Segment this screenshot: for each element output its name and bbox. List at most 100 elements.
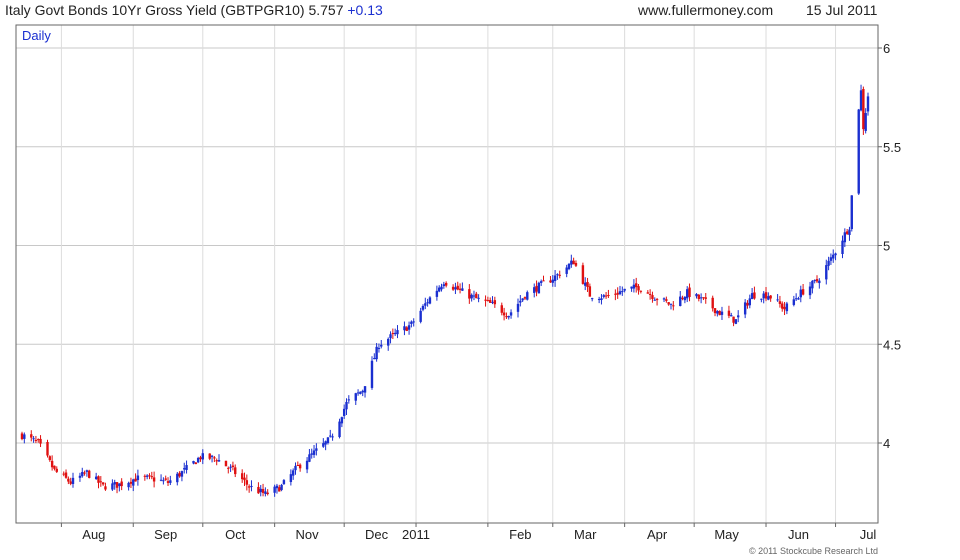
candle-body [507,316,510,318]
candle [829,253,833,265]
candle [509,309,513,319]
candle [194,462,198,465]
candle-body [704,297,707,299]
candle-body [55,468,58,472]
candle [342,404,346,419]
candle [210,454,214,463]
candle [553,269,557,287]
candle [296,461,300,467]
candle [83,470,86,476]
candle-body [815,279,819,282]
candle-body [526,292,529,300]
candle-body [600,298,603,301]
candle [166,477,170,487]
candle [215,458,218,466]
candle-body [391,333,395,335]
candle [653,297,656,301]
candle [113,479,116,490]
candle-body [201,453,204,460]
candle [266,489,269,496]
candle [20,431,24,441]
candle [347,395,351,404]
candle [718,310,721,316]
candle-body [111,483,114,490]
candle [567,262,571,271]
candle-body [363,386,367,393]
candle-body [665,299,668,301]
candle-body [264,491,267,494]
y-tick-label: 6 [883,41,890,56]
candle-body [639,290,643,292]
candle-body [832,254,835,259]
candle [162,477,165,485]
candle [815,275,819,284]
candle-body [493,300,497,305]
candle-body [67,478,70,482]
candle [315,443,318,456]
candle-body [841,240,844,254]
candle-body [509,312,513,316]
candle-body [331,436,334,438]
candle [519,295,522,307]
candle-body [618,291,622,295]
candle-body [380,344,383,347]
candle-body [818,280,821,284]
candle [794,293,798,302]
x-tick-label: May [714,527,739,542]
candle-body [697,294,700,299]
candle-body [196,457,200,463]
candle-body [342,408,346,416]
candle [762,291,765,304]
candle [486,296,490,302]
candle-body [23,434,26,439]
candle-body [308,454,311,462]
candle [801,283,805,296]
x-tick-label: Dec [365,527,389,542]
candle [444,281,448,288]
x-tick-label: Apr [647,527,668,542]
candle-body [132,479,135,486]
candle-body [653,299,656,301]
candle [516,298,520,318]
candle [866,92,870,116]
candle-body [359,391,362,394]
x-tick-label: 2011 [402,527,430,542]
candle-body [240,473,244,480]
candle [331,433,334,441]
candle-body [776,299,779,301]
x-tick-label: Oct [225,527,246,542]
candle [704,292,707,304]
candle [688,283,691,302]
candle [468,284,471,304]
candle [639,290,643,294]
candle-body [213,457,216,459]
candle-body [243,477,246,481]
candle [403,321,406,336]
candle-body [101,482,105,485]
candle-body [850,195,853,230]
candle [217,454,221,462]
candle-body [166,481,170,483]
candle [227,466,230,474]
candle-body [259,488,262,493]
candle-body [669,303,673,305]
candle [681,295,684,301]
candle-body [50,460,54,468]
candle-body [234,467,237,475]
candle [630,286,633,292]
candle-body [291,470,295,476]
plot-frame [15,24,879,524]
price-chart: Daily 6 5.5 5 4.5 4 Aug Sep Oct Nov Dec 2011 Feb Ma… [15,24,901,556]
candle [827,256,830,271]
candle-body [435,290,439,297]
candle-body [134,478,137,482]
candle-body [711,297,714,309]
candle-body [781,303,784,309]
candle-body [602,295,605,297]
y-tick-label: 5 [883,239,890,254]
candle [651,291,654,303]
candle-body [743,302,747,315]
candle-body [329,435,332,437]
candle-body [183,468,186,470]
candle [811,280,814,294]
